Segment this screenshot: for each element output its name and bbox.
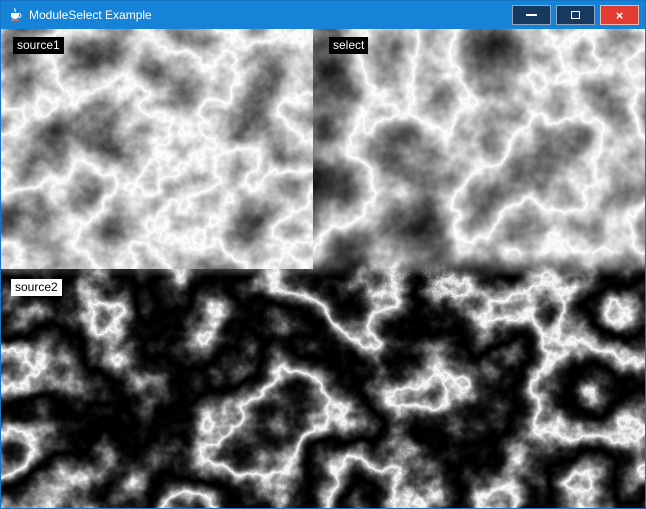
module-select-window: ModuleSelect Example ×	[0, 0, 646, 509]
titlebar[interactable]: ModuleSelect Example ×	[1, 1, 645, 29]
noise-render	[1, 29, 645, 508]
source1-label: source1	[13, 37, 64, 54]
source2-label: source2	[11, 279, 62, 296]
minimize-button[interactable]	[512, 5, 551, 25]
close-button[interactable]: ×	[600, 5, 639, 25]
maximize-button[interactable]	[556, 5, 595, 25]
maximize-icon	[571, 11, 580, 19]
noise-canvas: source1 select source2	[1, 29, 645, 508]
select-label: select	[329, 37, 368, 54]
window-title: ModuleSelect Example	[29, 1, 152, 29]
window-controls: ×	[512, 5, 645, 25]
minimize-icon	[526, 14, 537, 16]
source1-texture	[1, 29, 313, 269]
java-icon	[7, 7, 23, 23]
close-icon: ×	[616, 9, 624, 22]
